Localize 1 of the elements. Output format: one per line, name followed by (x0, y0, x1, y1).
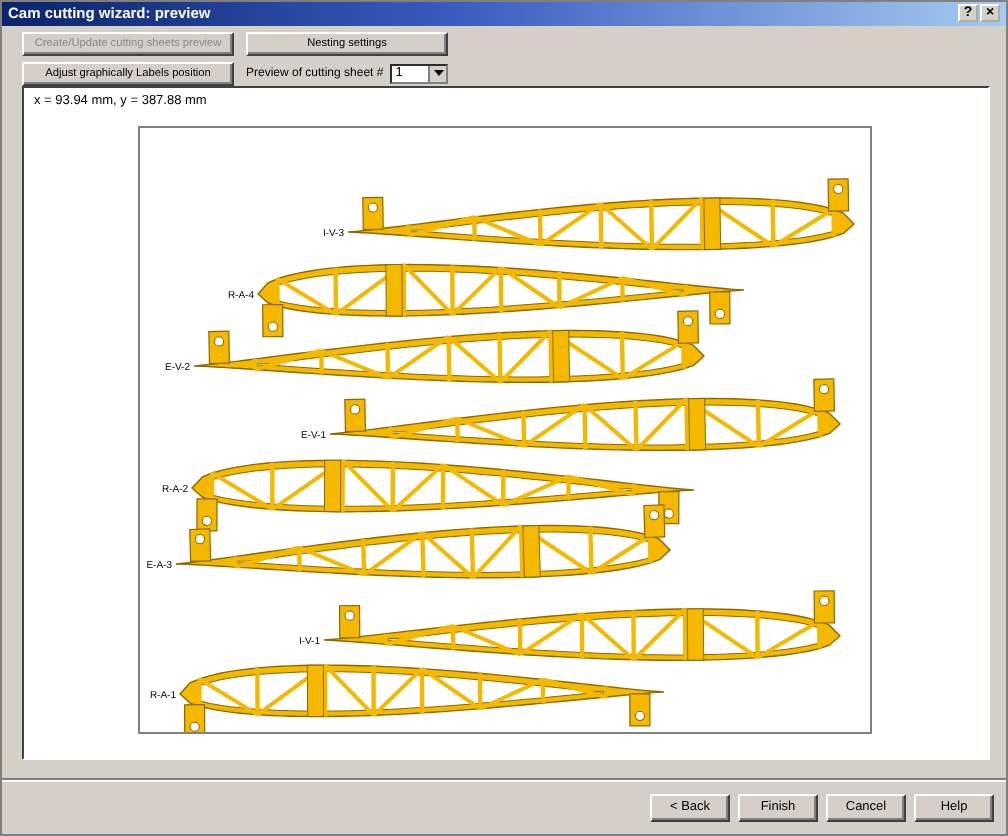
caret-icon (433, 70, 443, 77)
